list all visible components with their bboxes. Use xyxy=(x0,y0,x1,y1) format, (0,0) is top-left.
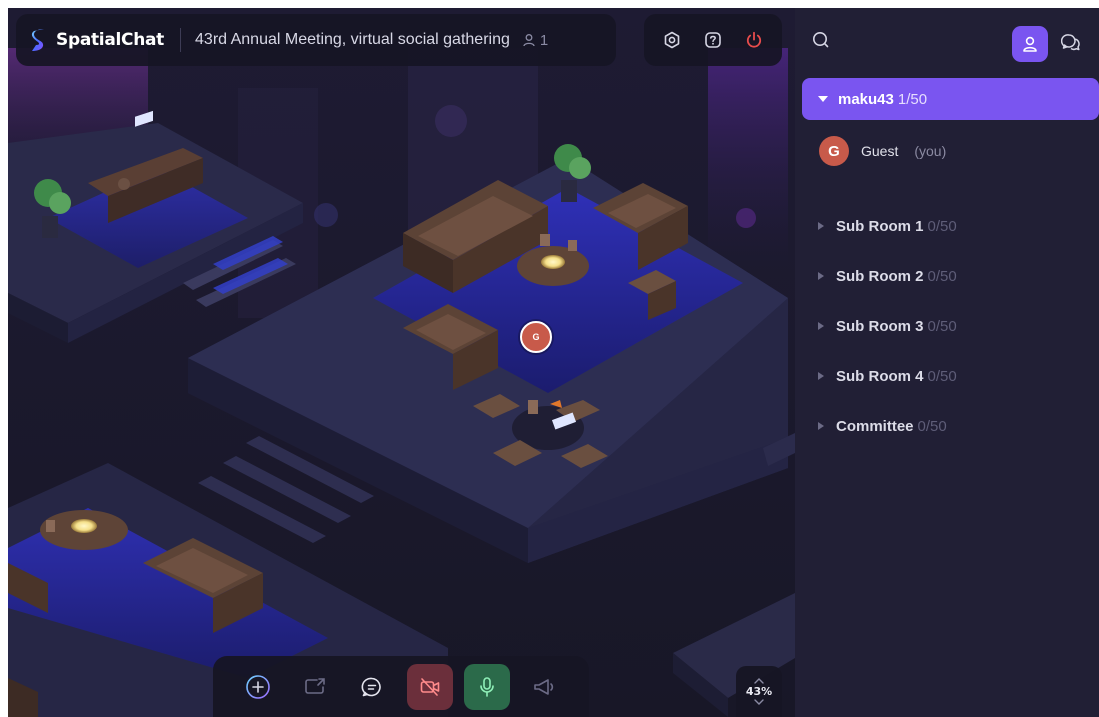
microphone-toggle-button[interactable] xyxy=(463,663,510,710)
room-item-sub-room-3[interactable]: Sub Room 3 0/50 xyxy=(818,301,1088,351)
room-name: Sub Room 2 xyxy=(836,267,924,285)
topbar-divider xyxy=(180,28,182,52)
bottom-toolbar xyxy=(213,656,589,717)
caret-right-icon xyxy=(818,222,824,230)
wall-glow xyxy=(708,48,788,268)
camera-off-icon xyxy=(420,677,439,696)
app-logo[interactable]: SpatialChat xyxy=(30,27,164,53)
chevron-down-icon[interactable] xyxy=(754,699,764,705)
room-item-sub-room-2[interactable]: Sub Room 2 0/50 xyxy=(818,251,1088,301)
share-screen-button[interactable] xyxy=(292,664,338,710)
leave-button[interactable] xyxy=(738,24,770,56)
room-name: Committee xyxy=(836,417,914,435)
chat-button[interactable] xyxy=(349,664,395,710)
member-name: Guest xyxy=(861,143,899,159)
microphone-icon xyxy=(479,676,494,697)
room-item-sub-room-1[interactable]: Sub Room 1 0/50 xyxy=(818,201,1088,251)
settings-icon xyxy=(665,31,680,49)
caret-right-icon xyxy=(818,422,824,430)
help-button[interactable] xyxy=(697,24,729,56)
share-screen-icon xyxy=(305,677,325,694)
caret-right-icon xyxy=(818,272,824,280)
top-bar: SpatialChat 43rd Annual Meeting, virtual… xyxy=(16,14,616,66)
participant-count[interactable]: 1 xyxy=(522,32,548,49)
room-count: 1/50 xyxy=(897,90,928,108)
chat-tab-button[interactable] xyxy=(1060,32,1081,57)
room-name: Sub Room 4 xyxy=(836,367,924,385)
room-name: Sub Room 3 xyxy=(836,317,924,335)
zoom-control[interactable]: 43% xyxy=(736,666,782,717)
camera-toggle-button[interactable] xyxy=(406,663,453,710)
sidebar-header xyxy=(795,8,1099,74)
sidebar: maku43 1/50 G Guest (you) Sub Room 1 0/5… xyxy=(795,8,1099,717)
app-name: SpatialChat xyxy=(56,30,165,50)
expand-icon xyxy=(818,96,828,102)
room-count: 0/50 xyxy=(917,417,947,435)
avatar-initial: G xyxy=(828,142,840,160)
top-controls xyxy=(644,14,782,66)
room-list: Sub Room 1 0/50 Sub Room 2 0/50 Sub Room… xyxy=(818,201,1088,451)
zoom-level: 43% xyxy=(745,685,773,698)
people-tab-button[interactable] xyxy=(1012,26,1048,62)
app-window: G SpatialChat 43rd Annual Meeting, virtu… xyxy=(8,8,1099,717)
spatial-canvas[interactable]: G xyxy=(8,8,795,717)
room-name: maku43 xyxy=(838,90,894,108)
chat-icon xyxy=(361,677,382,696)
broadcast-button[interactable] xyxy=(521,664,567,710)
spatialchat-logo-icon xyxy=(31,29,44,51)
room-name: Sub Room 1 xyxy=(836,217,924,235)
room-item-committee[interactable]: Committee 0/50 xyxy=(818,401,1088,451)
participant-count-value: 1 xyxy=(539,31,549,49)
power-icon xyxy=(746,31,761,48)
self-avatar-initial: G xyxy=(532,332,540,342)
room-count: 0/50 xyxy=(927,217,957,235)
search-icon xyxy=(813,32,829,48)
chevron-up-icon[interactable] xyxy=(754,678,764,684)
people-icon xyxy=(1023,36,1037,52)
add-icon xyxy=(246,674,270,699)
settings-button[interactable] xyxy=(656,24,688,56)
avatar: G xyxy=(819,136,849,166)
person-icon xyxy=(523,34,535,47)
meeting-title: 43rd Annual Meeting, virtual social gath… xyxy=(195,31,510,48)
member-item[interactable]: G Guest (you) xyxy=(819,136,946,166)
room-count: 0/50 xyxy=(927,367,957,385)
search-button[interactable] xyxy=(811,30,831,55)
room-item-active[interactable]: maku43 1/50 xyxy=(802,78,1099,120)
room-scene xyxy=(8,8,795,717)
chat-bubble-icon xyxy=(1060,34,1080,51)
room-count: 0/50 xyxy=(927,317,957,335)
megaphone-icon xyxy=(534,678,554,695)
member-self-tag: (you) xyxy=(914,143,947,159)
room-item-sub-room-4[interactable]: Sub Room 4 0/50 xyxy=(818,351,1088,401)
caret-right-icon xyxy=(818,322,824,330)
caret-right-icon xyxy=(818,372,824,380)
room-count: 0/50 xyxy=(927,267,957,285)
self-avatar[interactable]: G xyxy=(520,321,552,353)
help-icon xyxy=(705,32,721,48)
add-button[interactable] xyxy=(235,664,281,710)
